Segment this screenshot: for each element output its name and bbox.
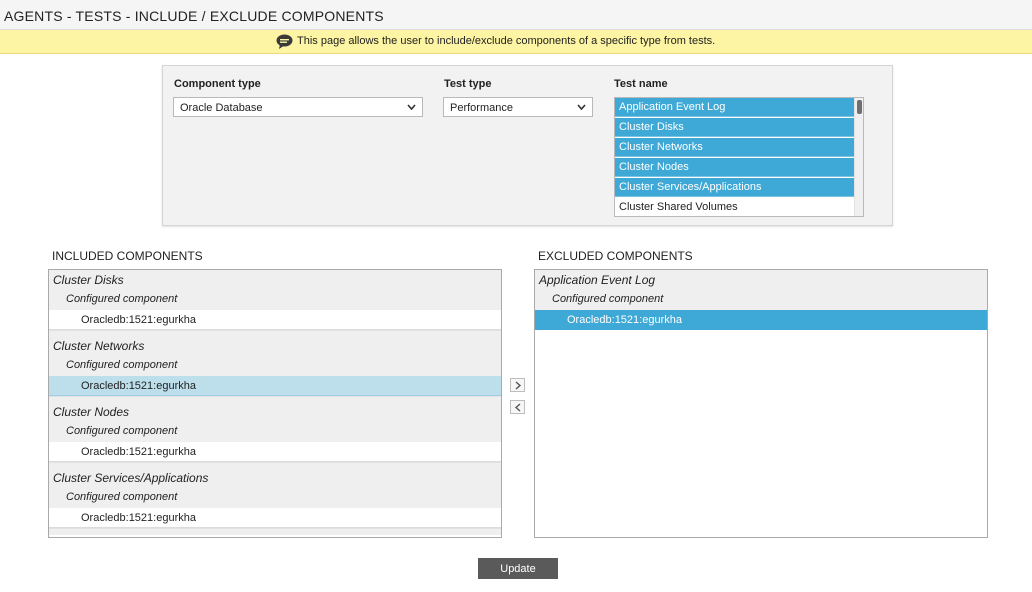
- component-type-label: Component type: [174, 78, 261, 90]
- subheader-label: Configured component: [66, 359, 178, 371]
- group-header: Application Event Log: [535, 270, 987, 290]
- subheader-label: Configured component: [552, 293, 664, 305]
- group-title: Cluster Disks: [53, 273, 124, 287]
- test-name-option[interactable]: Cluster Nodes: [615, 158, 855, 177]
- component-name: Oracledb:1521:egurkha: [81, 314, 196, 326]
- chevron-down-icon: [577, 104, 586, 111]
- move-right-button[interactable]: [510, 378, 525, 392]
- group-header: Cluster Networks: [49, 336, 501, 356]
- group-title: Application Event Log: [539, 273, 656, 287]
- component-type-select[interactable]: Oracle Database: [173, 97, 423, 117]
- excluded-heading: EXCLUDED COMPONENTS: [538, 249, 693, 263]
- group-subheader: Configured component: [49, 290, 501, 310]
- group-header: Cluster Disks: [49, 270, 501, 290]
- test-name-option[interactable]: Cluster Shared Volumes: [615, 198, 855, 216]
- component-type-value: Oracle Database: [180, 102, 263, 114]
- chevron-down-icon: [407, 104, 416, 111]
- test-type-label: Test type: [444, 78, 492, 90]
- included-list[interactable]: Cluster Disks Configured component Oracl…: [48, 269, 502, 538]
- group-subheader: Configured component: [49, 422, 501, 442]
- component-row[interactable]: Oracledb:1521:egurkha: [49, 508, 501, 528]
- test-name-option[interactable]: Cluster Networks: [615, 138, 855, 157]
- group-divider: [49, 528, 501, 535]
- group-header: Cluster Nodes: [49, 402, 501, 422]
- component-name: Oracledb:1521:egurkha: [81, 446, 196, 458]
- chevron-right-icon: [515, 381, 522, 390]
- component-row[interactable]: Oracledb:1521:egurkha: [49, 376, 501, 396]
- group-subheader: Configured component: [535, 290, 987, 310]
- info-bar: This page allows the user to include/exc…: [0, 30, 1032, 54]
- component-row[interactable]: Oracledb:1521:egurkha: [49, 310, 501, 330]
- group-title: Cluster Nodes: [53, 405, 130, 419]
- update-button[interactable]: Update: [478, 558, 558, 579]
- info-message: This page allows the user to include/exc…: [297, 35, 716, 47]
- included-heading: INCLUDED COMPONENTS: [52, 249, 203, 263]
- test-name-option[interactable]: Cluster Services/Applications: [615, 178, 855, 197]
- group-header: Cluster Services/Applications: [49, 468, 501, 488]
- component-name: Oracledb:1521:egurkha: [81, 512, 196, 524]
- speech-bubble-icon: [276, 34, 293, 49]
- component-name: Oracledb:1521:egurkha: [567, 314, 682, 326]
- subheader-label: Configured component: [66, 293, 178, 305]
- component-row[interactable]: Oracledb:1521:egurkha: [535, 310, 987, 330]
- test-type-select[interactable]: Performance: [443, 97, 593, 117]
- listbox-scrollbar[interactable]: [854, 98, 863, 216]
- component-row[interactable]: Oracledb:1521:egurkha: [49, 442, 501, 462]
- test-name-listbox[interactable]: Application Event Log Cluster Disks Clus…: [614, 97, 864, 217]
- title-bar: AGENTS - TESTS - INCLUDE / EXCLUDE COMPO…: [0, 0, 1032, 30]
- test-name-label: Test name: [614, 78, 668, 90]
- component-name: Oracledb:1521:egurkha: [81, 380, 196, 392]
- page-title: AGENTS - TESTS - INCLUDE / EXCLUDE COMPO…: [4, 8, 384, 24]
- scrollbar-thumb[interactable]: [857, 100, 862, 114]
- filter-panel: Component type Oracle Database Test type…: [162, 65, 893, 226]
- excluded-list[interactable]: Application Event Log Configured compone…: [534, 269, 988, 538]
- test-name-option[interactable]: Application Event Log: [615, 98, 855, 117]
- subheader-label: Configured component: [66, 491, 178, 503]
- group-subheader: Configured component: [49, 488, 501, 508]
- test-type-value: Performance: [450, 102, 513, 114]
- group-subheader: Configured component: [49, 356, 501, 376]
- group-title: Cluster Services/Applications: [53, 471, 209, 485]
- subheader-label: Configured component: [66, 425, 178, 437]
- test-name-option[interactable]: Cluster Disks: [615, 118, 855, 137]
- group-title: Cluster Networks: [53, 339, 145, 353]
- chevron-left-icon: [514, 403, 521, 412]
- move-left-button[interactable]: [510, 400, 525, 414]
